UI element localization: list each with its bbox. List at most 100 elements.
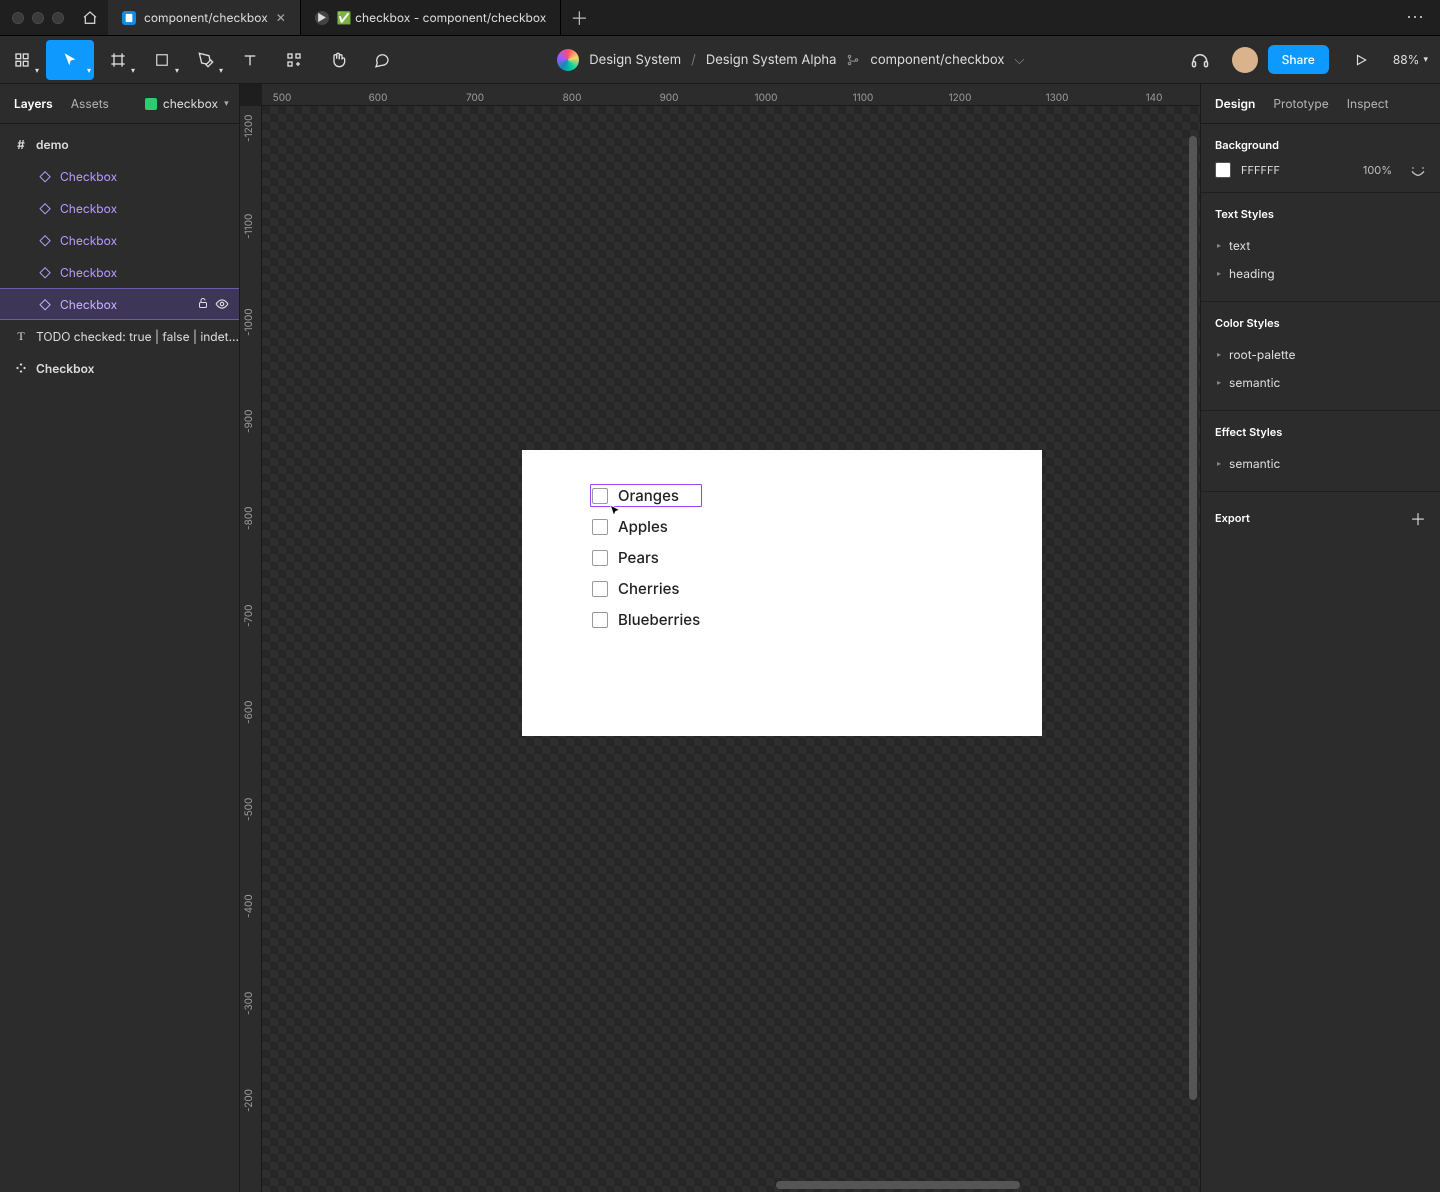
background-hex[interactable]: FFFFFF	[1241, 163, 1280, 177]
ruler-tick: -700	[243, 605, 255, 628]
tab-prototype[interactable]: Prototype	[1273, 96, 1328, 111]
style-row[interactable]: ▸ semantic	[1215, 368, 1426, 396]
layer-row-instance[interactable]: ◇ Checkbox	[0, 256, 239, 288]
team-logo-icon[interactable]	[557, 49, 579, 71]
ruler-tick: 900	[660, 92, 679, 104]
tab-inspect[interactable]: Inspect	[1347, 96, 1389, 111]
layer-row-instance[interactable]: ◇ Checkbox	[0, 224, 239, 256]
checkbox-instance[interactable]: Blueberries	[592, 610, 700, 629]
tab-design[interactable]: Design	[1215, 96, 1255, 111]
background-fill-row[interactable]: FFFFFF 100%	[1215, 162, 1426, 178]
instance-icon: ◇	[38, 265, 52, 280]
overflow-menu-icon[interactable]: ⋯	[1390, 7, 1440, 28]
share-button[interactable]: Share	[1268, 45, 1329, 74]
section-title: Effect Styles	[1215, 425, 1426, 439]
chevron-down-icon: ▾	[35, 65, 39, 75]
canvas-scrollbar-horizontal[interactable]	[543, 1180, 1125, 1190]
window-zoom-icon[interactable]	[52, 12, 64, 24]
branch-icon	[846, 53, 860, 67]
export-section: Export ＋	[1201, 492, 1440, 544]
text-tool[interactable]	[230, 40, 270, 80]
move-tool[interactable]: ▾	[46, 40, 94, 80]
main-menu-button[interactable]: ▾	[2, 40, 42, 80]
checkbox-instance[interactable]: Pears	[592, 548, 700, 567]
checkbox-instance[interactable]: Cherries	[592, 579, 700, 598]
prototype-icon: ▶	[315, 11, 329, 25]
canvas-scrollbar-vertical[interactable]	[1188, 136, 1198, 1162]
audio-chat-button[interactable]	[1180, 40, 1220, 80]
checkbox-box-icon	[592, 488, 608, 504]
window-minimize-icon[interactable]	[32, 12, 44, 24]
right-panel-tabs: Design Prototype Inspect	[1201, 84, 1440, 124]
style-row[interactable]: ▸ text	[1215, 231, 1426, 259]
tab-layers[interactable]: Layers	[14, 96, 53, 111]
layer-label: Checkbox	[36, 361, 239, 376]
new-tab-button[interactable]: ＋	[561, 0, 597, 35]
expand-icon: ▸	[1217, 458, 1221, 468]
layer-label: demo	[36, 137, 239, 152]
section-title: Color Styles	[1215, 316, 1426, 330]
layer-row-instance[interactable]: ◇ Checkbox	[0, 160, 239, 192]
checkbox-label: Oranges	[618, 486, 679, 505]
ruler-tick: -500	[243, 798, 255, 821]
layer-row-text[interactable]: T TODO checked: true | false | indet…	[0, 320, 239, 352]
ruler-tick: 800	[563, 92, 582, 104]
breadcrumb: Design System / Design System Alpha comp…	[404, 49, 1178, 71]
breadcrumb-team[interactable]: Design System	[589, 52, 681, 68]
layer-row-instance[interactable]: ◇ Checkbox	[0, 192, 239, 224]
chevron-down-icon: ▾	[131, 65, 135, 75]
style-name: semantic	[1229, 456, 1280, 471]
layer-label: Checkbox	[60, 169, 239, 184]
shape-tool[interactable]: ▾	[142, 40, 182, 80]
breadcrumb-project[interactable]: Design System Alpha	[706, 52, 837, 68]
checkbox-label: Blueberries	[618, 610, 700, 629]
layer-row-component[interactable]: Checkbox	[0, 352, 239, 384]
canvas[interactable]: 500 600 700 800 900 1000 1100 1200 1300 …	[240, 84, 1200, 1192]
pen-tool[interactable]: ▾	[186, 40, 226, 80]
color-swatch[interactable]	[1215, 162, 1231, 178]
chevron-down-icon[interactable]: ⌵	[1014, 52, 1024, 68]
frame-tool[interactable]: ▾	[98, 40, 138, 80]
avatar[interactable]	[1232, 47, 1258, 73]
chevron-down-icon: ▾	[175, 65, 179, 75]
ruler-tick: 1000	[755, 92, 778, 104]
page-selector[interactable]: checkbox ▾	[145, 96, 229, 111]
tab-assets[interactable]: Assets	[71, 96, 109, 111]
lock-icon[interactable]	[197, 297, 209, 311]
tab-file-1[interactable]: component/checkbox ✕	[108, 0, 301, 35]
layer-row-instance-selected[interactable]: ◇ Checkbox	[0, 288, 239, 320]
visibility-icon[interactable]	[215, 297, 229, 311]
present-button[interactable]	[1341, 40, 1381, 80]
file-icon	[122, 11, 136, 25]
ruler-vertical: -1200 -1100 -1000 -900 -800 -700 -600 -5…	[240, 106, 262, 1192]
style-row[interactable]: ▸ root-palette	[1215, 340, 1426, 368]
layer-label: Checkbox	[60, 201, 239, 216]
ruler-tick: 700	[466, 92, 484, 104]
ruler-tick: -1000	[243, 308, 255, 336]
visibility-toggle-icon[interactable]	[1410, 162, 1426, 178]
tab-file-2[interactable]: ▶ ✅ checkbox - component/checkbox	[301, 0, 562, 35]
checkbox-instance-selected[interactable]: Oranges	[590, 484, 702, 507]
home-button[interactable]	[72, 0, 108, 36]
effect-styles-section: Effect Styles ▸ semantic	[1201, 411, 1440, 492]
add-export-button[interactable]: ＋	[1410, 506, 1426, 530]
artboard-demo[interactable]: Oranges Apples Pears Cherries	[522, 450, 1042, 736]
checkbox-instance[interactable]: Apples	[592, 517, 700, 536]
hand-tool[interactable]	[318, 40, 358, 80]
comment-tool[interactable]	[362, 40, 402, 80]
zoom-control[interactable]: 88% ▾	[1393, 52, 1428, 67]
style-row[interactable]: ▸ semantic	[1215, 449, 1426, 477]
checkbox-list: Oranges Apples Pears Cherries	[592, 486, 700, 629]
checkbox-label: Pears	[618, 548, 659, 567]
window-close-icon[interactable]	[12, 12, 24, 24]
breadcrumb-file[interactable]: component/checkbox	[870, 52, 1004, 68]
style-row[interactable]: ▸ heading	[1215, 259, 1426, 287]
toolbar-tools: ▾ ▾ ▾ ▾ ▾	[0, 36, 404, 83]
right-panel: Design Prototype Inspect Background FFFF…	[1200, 84, 1440, 1192]
canvas-stage[interactable]: Oranges Apples Pears Cherries	[262, 106, 1200, 1192]
layer-row-frame[interactable]: # demo	[0, 128, 239, 160]
resources-tool[interactable]	[274, 40, 314, 80]
background-opacity[interactable]: 100%	[1363, 163, 1392, 177]
close-icon[interactable]: ✕	[276, 10, 286, 25]
section-title: Export	[1215, 511, 1250, 525]
